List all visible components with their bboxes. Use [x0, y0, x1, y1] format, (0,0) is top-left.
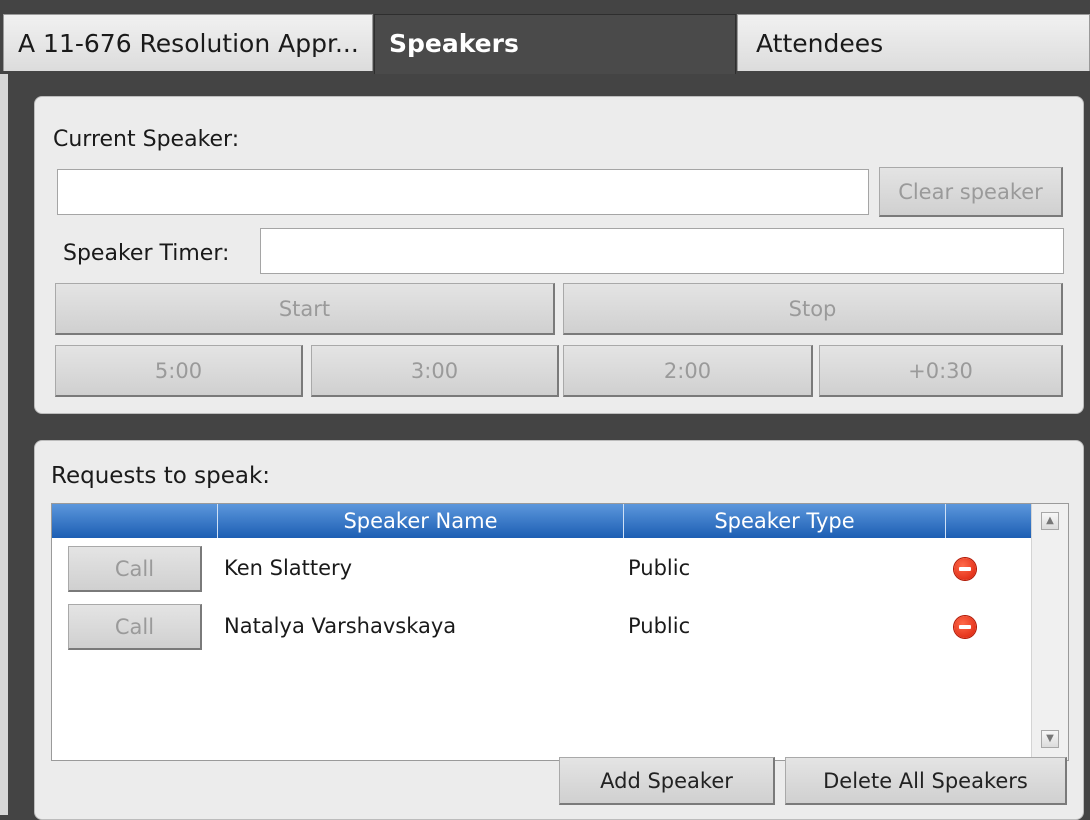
requests-panel: Requests to speak: Speaker Name Speaker …: [34, 440, 1084, 820]
start-button[interactable]: Start: [55, 283, 555, 335]
speaker-type-cell: Public: [628, 556, 691, 580]
preset-5min-button[interactable]: 5:00: [55, 345, 303, 397]
speaker-timer-field[interactable]: [260, 228, 1064, 274]
remove-circle-icon[interactable]: [954, 558, 976, 580]
column-header-speaker-name[interactable]: Speaker Name: [218, 504, 624, 538]
speaker-name-cell: Ken Slattery: [224, 556, 353, 580]
vertical-scrollbar[interactable]: ▲ ▼: [1031, 504, 1068, 760]
call-button[interactable]: Call: [68, 546, 202, 592]
preset-2min-button[interactable]: 2:00: [563, 345, 813, 397]
speaker-timer-label: Speaker Timer:: [63, 241, 230, 266]
column-header-remove: [946, 504, 1032, 538]
tab-bar: A 11-676 Resolution Appr... Speakers Att…: [0, 0, 1090, 74]
column-header-speaker-type[interactable]: Speaker Type: [624, 504, 946, 538]
speakers-table: Speaker Name Speaker Type Call Ken Slatt…: [51, 503, 1069, 761]
table-header: Speaker Name Speaker Type: [52, 504, 1032, 538]
current-speaker-panel: Current Speaker: Clear speaker Speaker T…: [34, 96, 1084, 414]
left-edge: [0, 74, 8, 815]
stop-button[interactable]: Stop: [563, 283, 1063, 335]
speaker-name-cell: Natalya Varshavskaya: [224, 614, 457, 638]
tab-resolution[interactable]: A 11-676 Resolution Appr...: [3, 14, 373, 71]
requests-label: Requests to speak:: [51, 463, 271, 489]
column-header-action: [52, 504, 218, 538]
tab-attendees[interactable]: Attendees: [737, 14, 1090, 71]
add-speaker-button[interactable]: Add Speaker: [559, 757, 775, 805]
current-speaker-field[interactable]: [57, 169, 869, 215]
tab-speakers[interactable]: Speakers: [374, 14, 736, 74]
arrow-down-icon[interactable]: ▼: [1041, 730, 1059, 748]
table-row: Call Natalya Varshavskaya Public: [52, 598, 1032, 654]
preset-add30s-button[interactable]: +0:30: [819, 345, 1063, 397]
speaker-type-cell: Public: [628, 614, 691, 638]
clear-speaker-button[interactable]: Clear speaker: [879, 167, 1063, 217]
call-button[interactable]: Call: [68, 604, 202, 650]
table-row: Call Ken Slattery Public: [52, 540, 1032, 596]
delete-all-speakers-button[interactable]: Delete All Speakers: [785, 757, 1067, 805]
remove-circle-icon[interactable]: [954, 616, 976, 638]
preset-3min-button[interactable]: 3:00: [311, 345, 559, 397]
arrow-up-icon[interactable]: ▲: [1041, 512, 1059, 530]
current-speaker-label: Current Speaker:: [53, 127, 240, 152]
